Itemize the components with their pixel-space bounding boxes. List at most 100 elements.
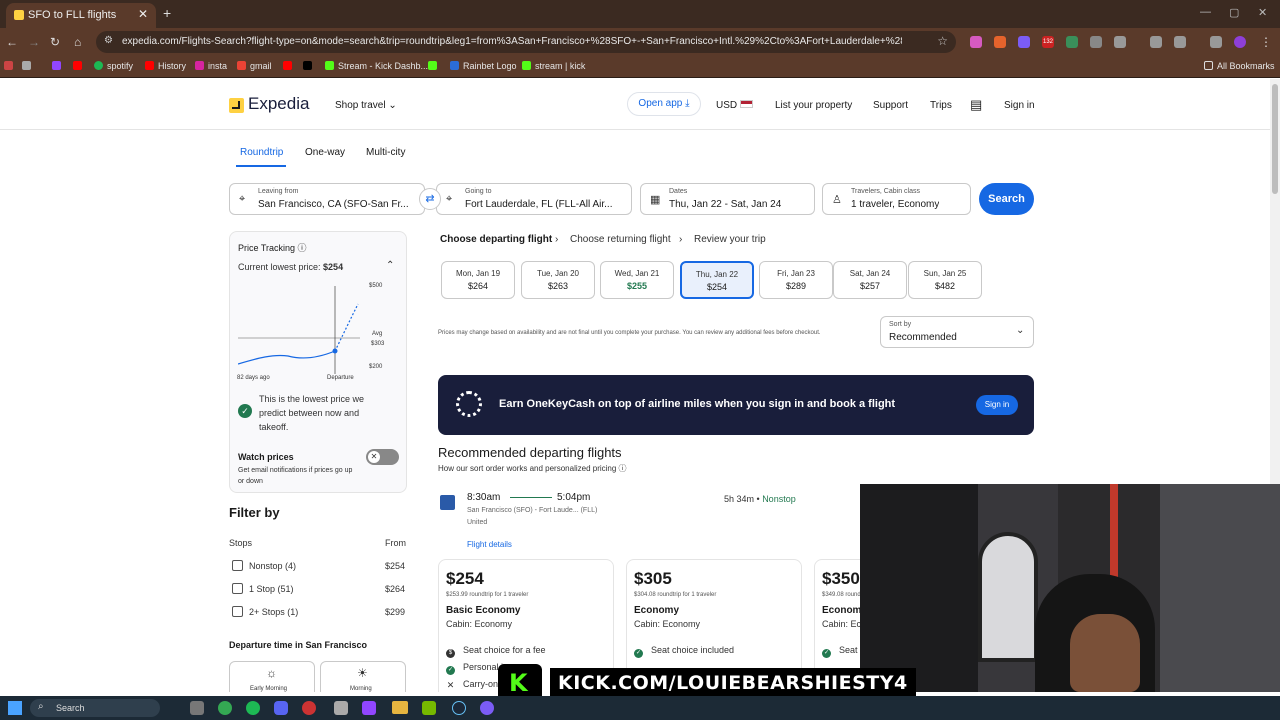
tab-roundtrip[interactable]: Roundtrip xyxy=(240,147,283,158)
morning-option[interactable]: ☀ Morning xyxy=(320,661,406,692)
forward-icon[interactable]: → xyxy=(28,35,40,49)
price-disclaimer: Prices may change based on availability … xyxy=(438,330,821,336)
shop-travel-menu[interactable]: Shop travel ⌄ xyxy=(335,100,397,111)
fare-price: $254 xyxy=(446,569,484,588)
two-stops-checkbox[interactable] xyxy=(232,606,243,617)
collapse-chevron-icon[interactable]: ⌃ xyxy=(386,260,394,271)
bookmark-rainbet[interactable]: Rainbet Logo xyxy=(450,61,517,71)
app-icon[interactable] xyxy=(480,701,494,715)
extension-icon[interactable] xyxy=(994,36,1006,48)
all-bookmarks[interactable]: All Bookmarks xyxy=(1204,61,1275,71)
nvidia-icon[interactable] xyxy=(422,701,436,715)
date-price-card[interactable]: Wed, Jan 21 $255 xyxy=(600,261,674,299)
site-info-icon[interactable]: ⚙ xyxy=(104,35,113,46)
task-view-icon[interactable] xyxy=(190,701,204,715)
date-price-card[interactable]: Sun, Jan 25 $482 xyxy=(908,261,982,299)
back-icon[interactable]: ← xyxy=(6,35,18,49)
extensions-puzzle-icon[interactable] xyxy=(1114,36,1126,48)
one-stop-checkbox[interactable] xyxy=(232,583,243,594)
spotify-icon[interactable] xyxy=(246,701,260,715)
trips-link[interactable]: Trips xyxy=(930,100,952,111)
chrome-icon[interactable] xyxy=(218,701,232,715)
apps-icon[interactable] xyxy=(4,61,17,71)
extension-icon[interactable] xyxy=(1066,36,1078,48)
step-review-trip[interactable]: Review your trip xyxy=(694,234,766,245)
menu-dots-icon[interactable]: ⋮ xyxy=(1260,35,1272,49)
logo-text[interactable]: Expedia xyxy=(248,94,309,114)
going-to-field[interactable]: ⌖ Going to Fort Lauderdale, FL (FLL-All … xyxy=(436,183,632,215)
date-price-card[interactable]: Fri, Jan 23 $289 xyxy=(759,261,833,299)
travelers-field[interactable]: ♙ Travelers, Cabin class 1 traveler, Eco… xyxy=(822,183,971,215)
step-choose-departing[interactable]: Choose departing flight xyxy=(440,234,552,245)
chat-icon[interactable]: ▤ xyxy=(970,97,982,113)
watch-prices-toggle[interactable]: ✕ xyxy=(366,449,399,465)
download-icon: ⤓ xyxy=(685,98,690,109)
list-property-link[interactable]: List your property xyxy=(775,100,852,111)
close-window-icon[interactable]: ✕ xyxy=(1258,6,1267,19)
expedia-logo-icon[interactable] xyxy=(229,98,244,113)
extension-icon[interactable] xyxy=(970,36,982,48)
maximize-icon[interactable]: ▢ xyxy=(1229,6,1239,19)
home-icon[interactable]: ⌂ xyxy=(74,35,81,49)
search-button[interactable]: Search xyxy=(979,183,1034,215)
media-icon[interactable] xyxy=(1210,36,1222,48)
bookmark-stream-kick[interactable]: stream | kick xyxy=(522,61,585,71)
file-explorer-icon[interactable] xyxy=(392,701,408,714)
sign-in-link[interactable]: Sign in xyxy=(1004,100,1035,111)
x-bookmark-icon[interactable] xyxy=(303,61,316,71)
profile-avatar-icon[interactable] xyxy=(1234,36,1246,48)
twitch-bookmark-icon[interactable] xyxy=(52,61,65,71)
bookmark-star-icon[interactable]: ☆ xyxy=(937,34,948,48)
date-price-card[interactable]: Sat, Jan 24 $257 xyxy=(833,261,907,299)
close-tab-icon[interactable]: ✕ xyxy=(138,7,148,21)
bookmark-spotify[interactable]: spotify xyxy=(94,61,133,71)
minimize-icon[interactable]: — xyxy=(1200,6,1211,18)
address-bar[interactable]: ⚙ expedia.com/Flights-Search?flight-type… xyxy=(96,31,956,53)
leaving-label: Leaving from xyxy=(258,188,299,195)
bookmark-insta[interactable]: insta xyxy=(195,61,227,71)
settings-icon[interactable] xyxy=(334,701,348,715)
step-choose-returning[interactable]: Choose returning flight xyxy=(570,234,671,245)
support-link[interactable]: Support xyxy=(873,100,908,111)
open-app-button[interactable]: Open app ⤓ xyxy=(627,92,701,116)
banner-sign-in-button[interactable]: Sign in xyxy=(976,395,1018,415)
extension-badge-icon[interactable]: 132 xyxy=(1042,36,1054,48)
kick-bookmark-icon[interactable] xyxy=(428,61,441,71)
twitch-extension-icon[interactable] xyxy=(1018,36,1030,48)
leaving-from-field[interactable]: ⌖ Leaving from San Francisco, CA (SFO-Sa… xyxy=(229,183,425,215)
date-price-card[interactable]: Mon, Jan 19 $264 xyxy=(441,261,515,299)
bookmark-gmail[interactable]: gmail xyxy=(237,61,272,71)
youtube-bookmark-icon[interactable] xyxy=(283,61,296,71)
swap-locations-icon[interactable]: ⇄ xyxy=(419,188,441,210)
dates-field[interactable]: ▦ Dates Thu, Jan 22 - Sat, Jan 24 xyxy=(640,183,815,215)
extension-icon[interactable] xyxy=(1090,36,1102,48)
date-price-card[interactable]: Tue, Jan 20 $263 xyxy=(521,261,595,299)
taskbar-search[interactable]: ⌕ Search xyxy=(30,699,160,717)
windows-start-icon[interactable] xyxy=(8,701,22,715)
early-morning-option[interactable]: ☼ Early Morning xyxy=(229,661,315,692)
y-avg-label: Avg xyxy=(372,331,383,337)
date-price-card-selected[interactable]: Thu, Jan 22 $254 xyxy=(680,261,754,299)
youtube-bookmark-icon[interactable] xyxy=(73,61,86,71)
info-icon[interactable]: ⓘ xyxy=(298,243,307,253)
sort-dropdown[interactable]: Sort by Recommended ⌄ xyxy=(880,316,1034,348)
scrollbar-thumb[interactable] xyxy=(1272,84,1278,194)
flight-details-link[interactable]: Flight details xyxy=(467,540,512,549)
app-icon[interactable] xyxy=(302,701,316,715)
steam-icon[interactable] xyxy=(452,701,466,715)
split-view-icon[interactable] xyxy=(1150,36,1162,48)
bookmark-kick-dashboard[interactable]: Stream - Kick Dashb... xyxy=(325,61,428,71)
currency-selector[interactable]: USD xyxy=(716,100,753,111)
bookmark-history[interactable]: History xyxy=(145,61,186,71)
tab-multi-city[interactable]: Multi-city xyxy=(366,147,405,158)
grid-icon[interactable] xyxy=(22,61,35,71)
app-icon[interactable] xyxy=(362,701,376,715)
downloads-icon[interactable] xyxy=(1174,36,1186,48)
browser-tab[interactable]: SFO to FLL flights ✕ xyxy=(6,3,156,28)
new-tab-icon[interactable]: + xyxy=(163,5,171,21)
reload-icon[interactable]: ↻ xyxy=(50,35,60,49)
results-subtitle[interactable]: How our sort order works and personalize… xyxy=(438,463,627,474)
tab-one-way[interactable]: One-way xyxy=(305,147,345,158)
nonstop-checkbox[interactable] xyxy=(232,560,243,571)
discord-icon[interactable] xyxy=(274,701,288,715)
